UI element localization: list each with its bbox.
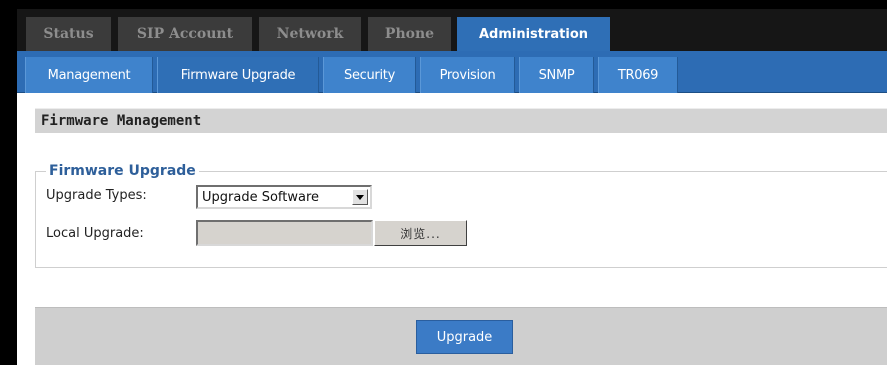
sub-nav-bar: Management Firmware Upgrade Security Pro… — [17, 51, 887, 93]
top-nav-bar: Status SIP Account Network Phone Adminis… — [17, 9, 887, 51]
local-upgrade-label: Local Upgrade: — [46, 226, 144, 241]
chevron-down-icon[interactable] — [352, 189, 368, 205]
browse-button[interactable]: 浏览... — [374, 220, 467, 246]
fieldset-legend: Firmware Upgrade — [46, 163, 199, 179]
subtab-tr069[interactable]: TR069 — [598, 57, 678, 93]
upgrade-button[interactable]: Upgrade — [416, 320, 513, 354]
upgrade-types-label: Upgrade Types: — [46, 188, 147, 203]
window-frame-left — [0, 0, 9, 365]
tab-status[interactable]: Status — [26, 17, 111, 51]
subtab-snmp[interactable]: SNMP — [519, 57, 594, 93]
local-upgrade-file-input[interactable] — [196, 220, 373, 246]
subtab-management[interactable]: Management — [25, 57, 153, 93]
section-title: Firmware Management — [35, 108, 887, 133]
subtab-firmware-upgrade[interactable]: Firmware Upgrade — [157, 57, 319, 93]
tab-administration[interactable]: Administration — [457, 17, 610, 51]
window-frame-top — [9, 0, 887, 9]
window-frame-inner — [9, 9, 17, 365]
subtab-security[interactable]: Security — [323, 57, 416, 93]
tab-sip-account[interactable]: SIP Account — [118, 17, 252, 51]
subtab-provision[interactable]: Provision — [420, 57, 515, 93]
tab-phone[interactable]: Phone — [368, 17, 451, 51]
upgrade-types-select[interactable]: Upgrade Software — [196, 185, 372, 209]
upgrade-types-value: Upgrade Software — [202, 189, 320, 205]
tab-network[interactable]: Network — [259, 17, 361, 51]
